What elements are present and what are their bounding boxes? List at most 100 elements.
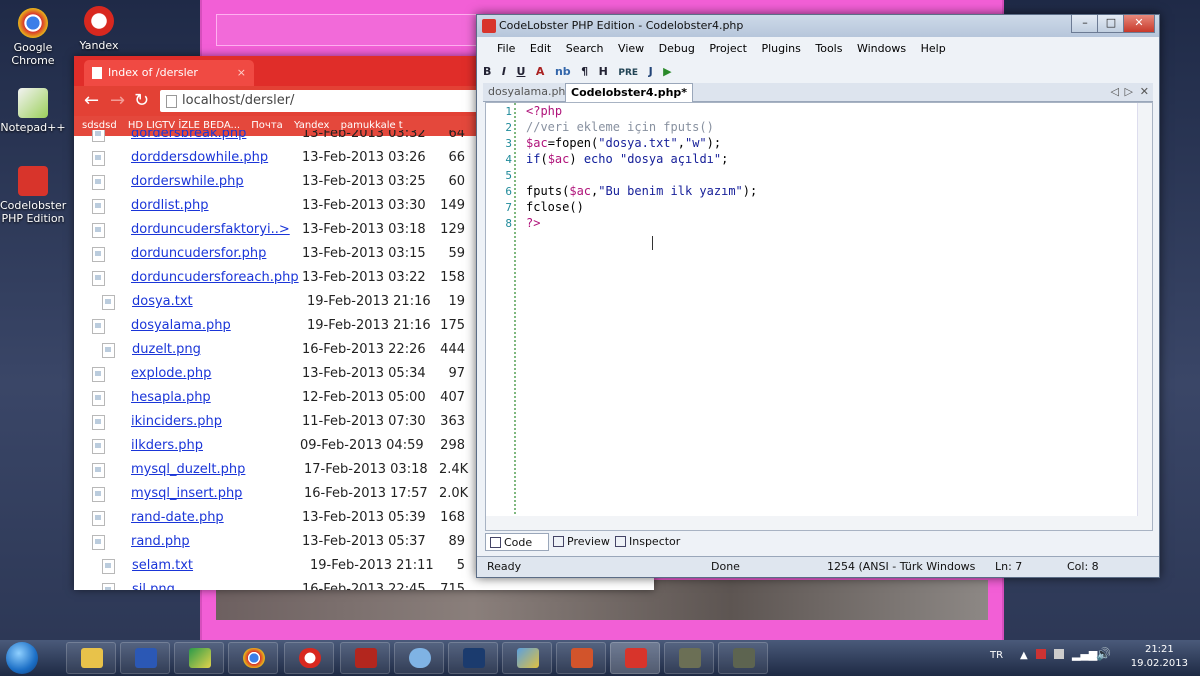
vertical-scrollbar[interactable] bbox=[1137, 103, 1152, 530]
paragraph-button[interactable]: ¶ bbox=[581, 61, 588, 83]
file-link[interactable]: dosyalama.php bbox=[131, 314, 231, 338]
language-indicator[interactable]: TR bbox=[990, 650, 1003, 661]
file-link[interactable]: dorduncudersforeach.php bbox=[131, 266, 299, 290]
file-size: 158 bbox=[440, 270, 465, 285]
tab-scroll-right-icon[interactable]: ▷ bbox=[1125, 83, 1133, 101]
file-link[interactable]: dordlist.php bbox=[131, 194, 209, 218]
taskbar-photoshop[interactable] bbox=[448, 642, 498, 674]
menu-search[interactable]: Search bbox=[566, 42, 604, 55]
file-link[interactable]: ikinciders.php bbox=[131, 410, 222, 434]
file-link[interactable]: ilkders.php bbox=[131, 434, 203, 458]
menu-edit[interactable]: Edit bbox=[530, 42, 551, 55]
italic-button[interactable]: I bbox=[502, 61, 506, 83]
tab-scroll-left-icon[interactable]: ◁ bbox=[1111, 83, 1119, 101]
start-button[interactable] bbox=[6, 642, 38, 674]
line-number-gutter: 1 2 3 4 5 6 7 8 bbox=[486, 103, 516, 530]
file-size: 89 bbox=[448, 534, 465, 549]
browser-tab[interactable]: Index of /dersler × bbox=[84, 60, 254, 86]
file-icon bbox=[92, 391, 105, 406]
nbsp-button[interactable]: nb bbox=[555, 61, 571, 83]
menu-file[interactable]: File bbox=[497, 42, 515, 55]
desktop-icon-chrome[interactable]: Google Chrome bbox=[0, 8, 66, 67]
file-link[interactable]: dorduncudersfor.php bbox=[131, 242, 266, 266]
maximize-button[interactable]: □ bbox=[1097, 15, 1125, 33]
file-link[interactable]: dordersbreak.php bbox=[131, 130, 246, 146]
file-link[interactable]: dorderswhile.php bbox=[131, 170, 244, 194]
menu-tools[interactable]: Tools bbox=[815, 42, 842, 55]
pre-button[interactable]: PRE bbox=[618, 62, 638, 83]
status-ready: Ready bbox=[487, 560, 522, 573]
taskbar-explorer[interactable] bbox=[66, 642, 116, 674]
file-date: 13-Feb-2013 03:15 bbox=[302, 246, 426, 261]
forward-arrow-icon[interactable]: → bbox=[110, 90, 125, 112]
underline-button[interactable]: U bbox=[516, 61, 525, 83]
line-number: 4 bbox=[505, 153, 512, 166]
tab-dosyalama[interactable]: dosyalama.php bbox=[483, 83, 577, 101]
file-link[interactable]: rand-date.php bbox=[131, 506, 224, 530]
desktop-icon-label: Notepad++ bbox=[0, 121, 66, 134]
device-icon[interactable] bbox=[1054, 649, 1064, 659]
tab-close-icon[interactable]: ✕ bbox=[1140, 83, 1149, 101]
file-link[interactable]: dorddersdowhile.php bbox=[131, 146, 268, 170]
taskbar-yandex[interactable] bbox=[284, 642, 334, 674]
filezilla-icon bbox=[355, 648, 377, 668]
back-arrow-icon[interactable]: ← bbox=[84, 90, 99, 112]
taskbar-app-2[interactable] bbox=[718, 642, 768, 674]
reload-icon[interactable]: ↻ bbox=[134, 90, 149, 112]
taskbar-photo-gallery[interactable] bbox=[174, 642, 224, 674]
code-line-4: if($ac) echo "dosya açıldı"; bbox=[526, 152, 728, 166]
taskbar-word[interactable] bbox=[120, 642, 170, 674]
show-hidden-icons-icon[interactable]: ▲ bbox=[1020, 650, 1028, 661]
line-number: 6 bbox=[505, 185, 512, 198]
menu-plugins[interactable]: Plugins bbox=[761, 42, 800, 55]
font-color-button[interactable]: A bbox=[536, 61, 545, 83]
javascript-button[interactable]: J bbox=[649, 61, 653, 83]
code-keyword: echo bbox=[583, 152, 613, 166]
menu-debug[interactable]: Debug bbox=[659, 42, 695, 55]
heading-button[interactable]: H bbox=[599, 61, 608, 83]
flag-icon[interactable] bbox=[1036, 649, 1046, 659]
minimize-button[interactable]: – bbox=[1071, 15, 1099, 33]
photoshop-icon bbox=[463, 648, 485, 668]
menu-help[interactable]: Help bbox=[921, 42, 946, 55]
file-link[interactable]: mysql_insert.php bbox=[131, 482, 242, 506]
taskbar-sound[interactable] bbox=[394, 642, 444, 674]
file-link[interactable]: explode.php bbox=[131, 362, 211, 386]
file-link[interactable]: sil.png bbox=[132, 578, 175, 590]
file-link[interactable]: hesapla.php bbox=[131, 386, 211, 410]
desktop-icon-notepadpp[interactable]: Notepad++ bbox=[0, 88, 66, 134]
editor-titlebar[interactable]: CodeLobster PHP Edition - Codelobster4.p… bbox=[477, 15, 1159, 37]
file-link[interactable]: selam.txt bbox=[132, 554, 193, 578]
tab-preview[interactable]: Preview bbox=[549, 533, 610, 549]
desktop-icon-yandex[interactable]: Yandex bbox=[66, 6, 132, 52]
file-link[interactable]: duzelt.png bbox=[132, 338, 201, 362]
file-date: 13-Feb-2013 03:26 bbox=[302, 150, 426, 165]
tab-inspector[interactable]: Inspector bbox=[611, 533, 680, 549]
menu-view[interactable]: View bbox=[618, 42, 644, 55]
code-editor[interactable]: 1 2 3 4 5 6 7 8 <?php //veri ekleme için… bbox=[485, 102, 1153, 531]
taskbar-filezilla[interactable] bbox=[340, 642, 390, 674]
tab-close-icon[interactable]: × bbox=[237, 60, 246, 86]
bold-button[interactable]: B bbox=[483, 61, 491, 83]
file-link[interactable]: dosya.txt bbox=[132, 290, 193, 314]
taskbar-app-1[interactable] bbox=[664, 642, 714, 674]
taskbar-chrome[interactable] bbox=[228, 642, 278, 674]
desktop-icon-codelobster[interactable]: Codelobster PHP Edition bbox=[0, 166, 66, 225]
taskbar-codelobster[interactable] bbox=[610, 642, 660, 674]
file-link[interactable]: dorduncudersfaktoryi..> bbox=[131, 218, 290, 242]
desktop-icon-label: Yandex bbox=[79, 39, 119, 52]
tab-code[interactable]: Code bbox=[485, 533, 549, 551]
taskbar-network[interactable] bbox=[502, 642, 552, 674]
clock[interactable]: 21:21 19.02.2013 bbox=[1131, 643, 1188, 671]
volume-icon[interactable]: 🔊 bbox=[1096, 647, 1111, 661]
tab-codelobster4[interactable]: Codelobster4.php* bbox=[565, 83, 694, 102]
menu-project[interactable]: Project bbox=[709, 42, 747, 55]
file-link[interactable]: mysql_duzelt.php bbox=[131, 458, 245, 482]
close-button[interactable]: ✕ bbox=[1123, 15, 1155, 33]
menu-windows[interactable]: Windows bbox=[857, 42, 906, 55]
file-link[interactable]: rand.php bbox=[131, 530, 190, 554]
taskbar-powerpoint[interactable] bbox=[556, 642, 606, 674]
run-icon[interactable]: ▶ bbox=[663, 61, 671, 83]
horizontal-scrollbar[interactable] bbox=[486, 516, 1138, 530]
signal-icon[interactable]: ▂▄▆ bbox=[1072, 648, 1097, 661]
